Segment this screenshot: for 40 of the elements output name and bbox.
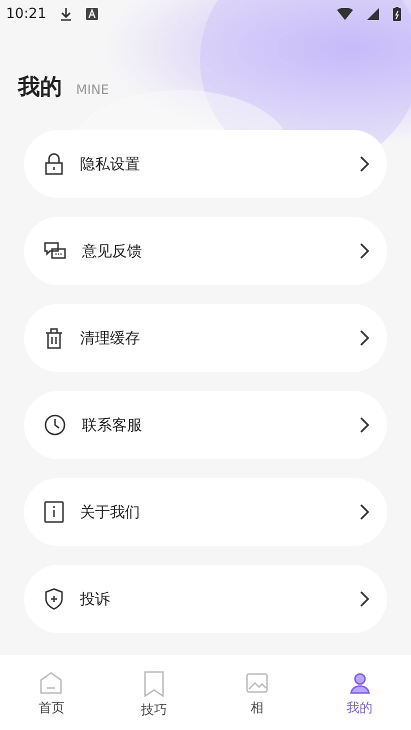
chevron-right-icon [360, 591, 369, 607]
user-icon [348, 671, 372, 695]
chevron-right-icon [360, 243, 369, 259]
nav-tab[interactable]: 我的 [308, 655, 411, 730]
wifi-icon [337, 8, 353, 20]
menu-label: 投诉 [80, 590, 111, 608]
menu-item[interactable]: 清理缓存 [24, 304, 387, 372]
clock-icon [44, 414, 66, 436]
bookmark-icon [143, 671, 166, 697]
menu-label: 联系客服 [82, 416, 143, 434]
download-icon [60, 7, 72, 21]
menu-label: 隐私设置 [80, 154, 141, 174]
menu-label: 意见反馈 [82, 242, 143, 260]
nav-tab[interactable]: 相 [206, 655, 308, 730]
image-icon [244, 671, 269, 695]
page-subtitle: MINE [76, 83, 109, 98]
battery-icon [393, 7, 401, 21]
chevron-right-icon [360, 330, 369, 346]
menu-item[interactable]: 联系客服 [24, 391, 387, 459]
page-title: 我的 [18, 74, 62, 102]
menu-item[interactable]: 隐私设置 [24, 130, 387, 198]
menu-label: 清理缓存 [80, 328, 141, 348]
notification-icon [86, 8, 98, 20]
menu-item[interactable]: 关于我们 [24, 478, 387, 546]
shield-icon [44, 588, 64, 610]
chevron-right-icon [360, 156, 369, 172]
home-icon [39, 671, 64, 695]
status-time: 10:21 [6, 6, 46, 22]
chevron-right-icon [360, 417, 369, 433]
nav-tab[interactable]: 技巧 [102, 655, 206, 730]
chat-icon [44, 242, 66, 260]
menu-item[interactable]: 意见反馈 [24, 217, 387, 285]
chevron-right-icon [360, 504, 369, 520]
signal-icon [367, 8, 379, 20]
nav-tab[interactable]: 首页 [0, 655, 103, 730]
trash-icon [44, 327, 64, 349]
menu-item[interactable]: 投诉 [24, 565, 387, 633]
lock-icon [44, 153, 64, 175]
info-icon [44, 501, 64, 523]
menu-label: 关于我们 [80, 502, 141, 522]
